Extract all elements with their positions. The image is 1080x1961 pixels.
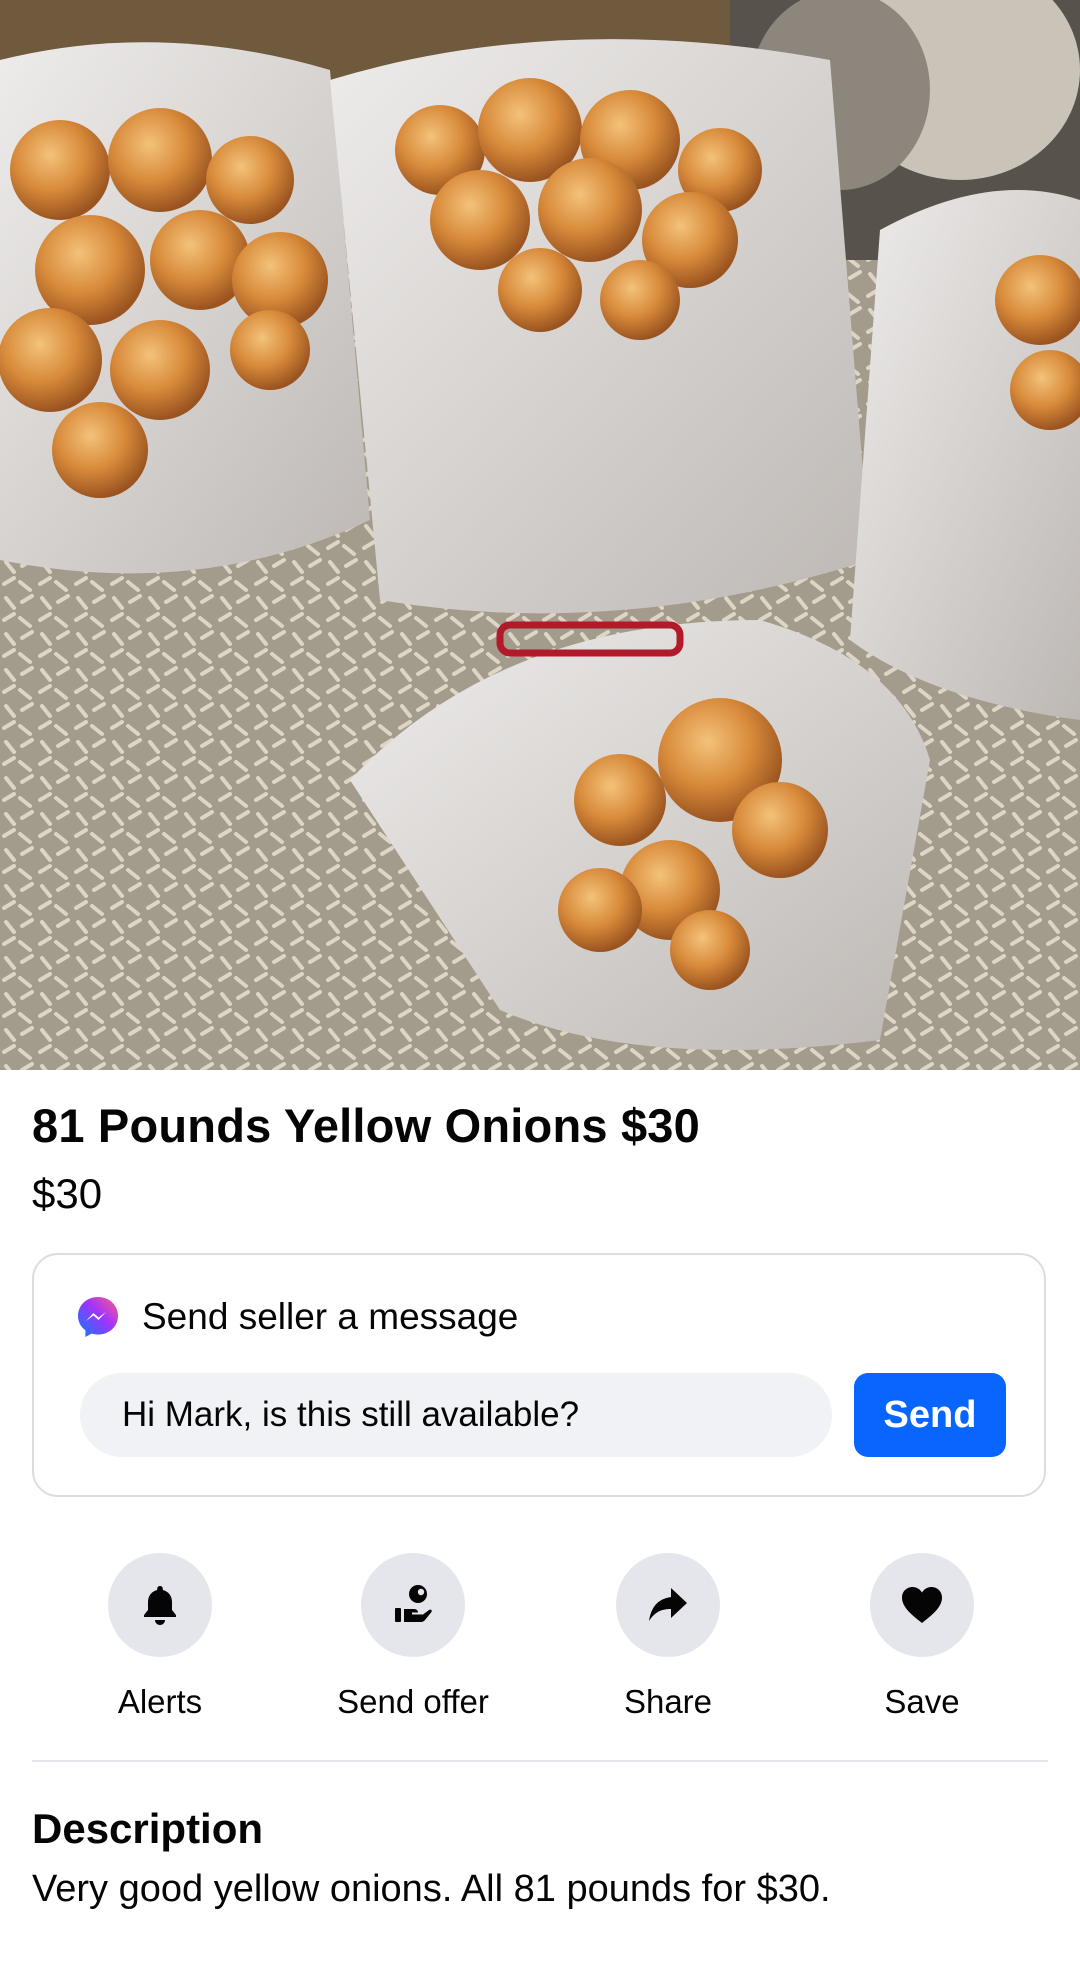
share-circle bbox=[616, 1553, 720, 1657]
listing-price: $30 bbox=[32, 1170, 103, 1217]
share-label: Share bbox=[623, 1683, 713, 1720]
save-circle bbox=[870, 1553, 974, 1657]
hand-offer-icon bbox=[395, 1585, 432, 1622]
send-button[interactable]: Send bbox=[854, 1373, 1006, 1457]
alerts-label: Alerts bbox=[117, 1683, 203, 1720]
share-button[interactable]: Share bbox=[538, 1553, 798, 1721]
message-card-header: Send seller a message bbox=[76, 1295, 518, 1339]
message-card-heading: Send seller a message bbox=[142, 1296, 519, 1337]
send-offer-label: Send offer bbox=[337, 1683, 489, 1720]
action-bar: Alerts Send offer Share Save bbox=[0, 1553, 1080, 1723]
bell-icon bbox=[144, 1586, 176, 1625]
alerts-button[interactable]: Alerts bbox=[30, 1553, 290, 1721]
message-input[interactable]: Hi Mark, is this still available? bbox=[80, 1373, 832, 1457]
save-label: Save bbox=[884, 1683, 960, 1720]
share-arrow-icon bbox=[649, 1588, 687, 1621]
messenger-icon bbox=[78, 1297, 118, 1337]
description-text: Very good yellow onions. All 81 pounds f… bbox=[32, 1868, 831, 1910]
section-divider bbox=[32, 1760, 1048, 1762]
send-offer-circle bbox=[361, 1553, 465, 1657]
alerts-circle bbox=[108, 1553, 212, 1657]
heart-icon bbox=[902, 1587, 942, 1623]
description-heading: Description bbox=[32, 1805, 264, 1852]
save-button[interactable]: Save bbox=[792, 1553, 1052, 1721]
listing-title: 81 Pounds Yellow Onions $30 bbox=[32, 1099, 700, 1152]
message-seller-card: Send seller a message Hi Mark, is this s… bbox=[32, 1253, 1046, 1497]
send-offer-button[interactable]: Send offer bbox=[283, 1553, 543, 1721]
listing-photo[interactable] bbox=[0, 0, 1080, 1070]
